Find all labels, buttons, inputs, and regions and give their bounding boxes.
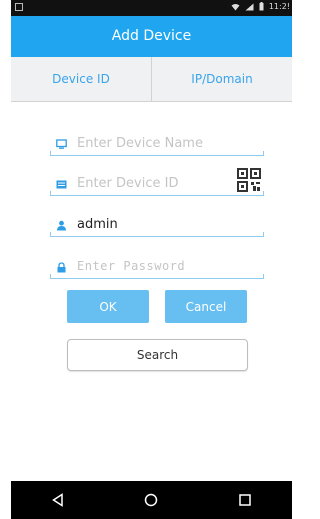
- username-input[interactable]: admin: [77, 217, 118, 232]
- password-input[interactable]: Enter Password: [77, 259, 185, 273]
- recents-button[interactable]: [225, 485, 265, 515]
- wifi-icon: [231, 3, 240, 10]
- device-name-input[interactable]: Enter Device Name: [77, 136, 203, 151]
- tab-bar: Device ID IP/Domain: [11, 57, 292, 102]
- username-field[interactable]: admin: [50, 214, 264, 237]
- notification-icon: [15, 3, 23, 11]
- navigation-bar: [11, 481, 292, 519]
- home-button[interactable]: [131, 485, 171, 515]
- battery-icon: [259, 2, 264, 11]
- user-icon: [57, 220, 66, 231]
- back-triangle-icon: [51, 493, 63, 507]
- password-field[interactable]: Enter Password: [50, 256, 264, 279]
- cancel-button[interactable]: Cancel: [165, 290, 247, 323]
- ok-button[interactable]: OK: [67, 290, 149, 323]
- tab-ip-domain[interactable]: IP/Domain: [152, 57, 292, 101]
- status-icons: 11:2!: [231, 2, 290, 11]
- id-card-icon: [56, 180, 67, 189]
- lock-icon: [57, 262, 66, 273]
- monitor-icon: [56, 139, 67, 149]
- tab-device-id[interactable]: Device ID: [11, 57, 152, 101]
- device-id-field[interactable]: Enter Device ID: [50, 173, 264, 196]
- qr-code-scan-icon[interactable]: [237, 168, 261, 192]
- recents-square-icon: [239, 494, 251, 506]
- status-time: 11:2!: [268, 2, 290, 11]
- device-name-field[interactable]: Enter Device Name: [50, 133, 264, 156]
- device-id-input[interactable]: Enter Device ID: [77, 176, 178, 191]
- back-button[interactable]: [38, 485, 78, 515]
- home-circle-icon: [145, 493, 158, 507]
- signal-icon: [245, 3, 254, 10]
- status-bar: 11:2!: [11, 0, 292, 16]
- search-button[interactable]: Search: [67, 339, 248, 371]
- page-title: Add Device: [11, 16, 292, 57]
